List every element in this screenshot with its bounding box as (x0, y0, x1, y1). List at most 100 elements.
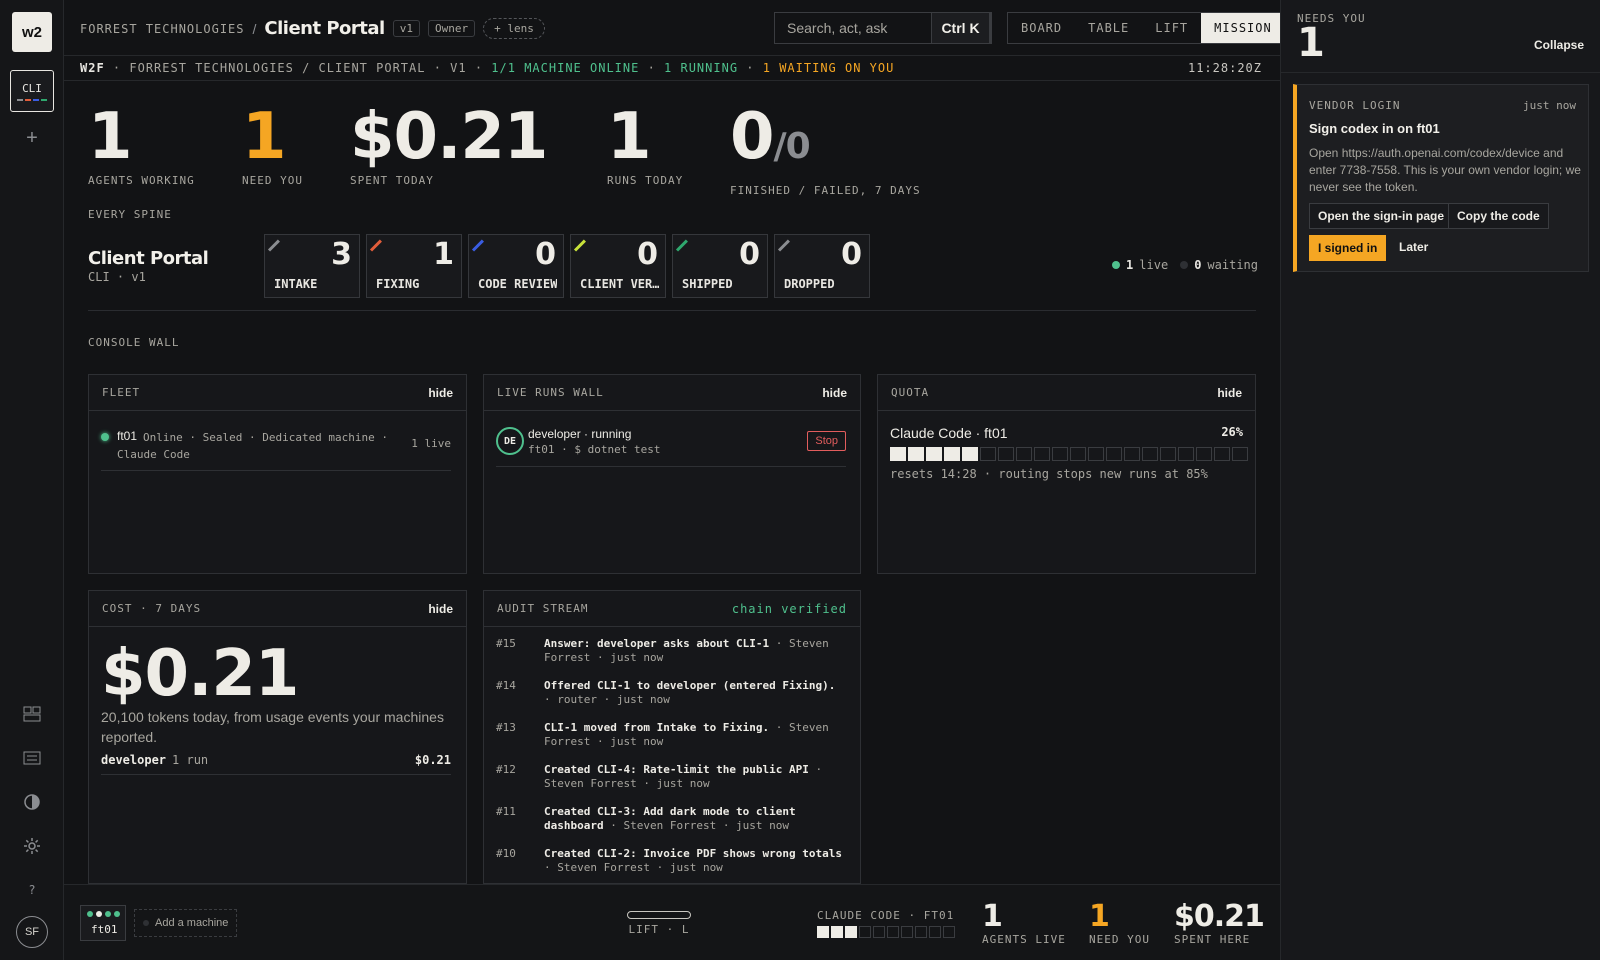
waiting-label: waiting (1207, 258, 1258, 272)
cost-total: $0.21 (101, 637, 299, 711)
stage-card[interactable]: 0 DROPPED (774, 234, 870, 298)
breadcrumb-org[interactable]: FORREST TECHNOLOGIES (80, 22, 245, 36)
bottom-need-you[interactable]: 1 NEED YOU (1089, 901, 1150, 947)
stat-spent-today: $0.21 SPENT TODAY (350, 104, 548, 187)
lift-label: LIFT · L (628, 923, 690, 936)
stage-count: 0 (535, 237, 556, 272)
hide-button[interactable]: hide (822, 386, 847, 400)
run-row[interactable]: DE developer · running ft01 · $ dotnet t… (496, 427, 846, 467)
section-divider (88, 310, 1256, 311)
stop-run-button[interactable]: Stop (807, 431, 846, 451)
quota-cell (1034, 447, 1050, 461)
audit-id: #14 (496, 679, 516, 692)
live-count: 1 (1126, 258, 1134, 272)
bottom-stat-value: 1 (982, 899, 1003, 934)
add-machine-label: Add a machine (155, 917, 229, 929)
audit-meta: · Steven Forrest · just now (544, 861, 723, 874)
quota-cell (1160, 447, 1176, 461)
add-workspace-icon[interactable]: + (20, 126, 44, 150)
view-tab-table[interactable]: TABLE (1075, 13, 1142, 43)
settings-gear-icon[interactable] (20, 834, 44, 858)
add-machine-button[interactable]: Add a machine (134, 909, 238, 937)
panel-title: FLEET (102, 386, 141, 399)
bottom-quota-cell (873, 926, 885, 938)
bottom-stat-value: $0.21 (1174, 899, 1265, 934)
quota-cell (1196, 447, 1212, 461)
status-waiting[interactable]: 1 WAITING ON YOU (763, 61, 895, 75)
stat-runs-today: 1 RUNS TODAY (607, 104, 683, 187)
vendor-login-card: VENDOR LOGIN just now Sign codex in on f… (1293, 84, 1589, 272)
bottom-quota-cell (929, 926, 941, 938)
audit-meta: · Steven Forrest · just now (603, 819, 790, 832)
command-search[interactable]: Search, act, ask Ctrl K (774, 12, 992, 44)
stat-need-you[interactable]: 1 NEED YOU (242, 104, 303, 187)
breadcrumb: FORREST TECHNOLOGIES / Client Portal v1 … (80, 18, 545, 39)
card-title: Sign codex in on ft01 (1309, 121, 1440, 136)
app-logo[interactable]: w2 (12, 12, 52, 52)
status-version: V1 (450, 61, 467, 75)
stage-card[interactable]: 0 CODE REVIEW (468, 234, 564, 298)
needs-you-panel: NEEDS YOU 1 Collapse VENDOR LOGIN just n… (1280, 0, 1600, 960)
copy-code-button[interactable]: Copy the code (1448, 203, 1549, 229)
stat-failed-value: /0 (773, 126, 811, 167)
workspace-cli-tile[interactable]: CLI (10, 70, 54, 112)
view-tab-mission[interactable]: MISSION (1201, 13, 1285, 43)
top-bar: FORREST TECHNOLOGIES / Client Portal v1 … (64, 0, 1286, 56)
audit-id: #11 (496, 805, 516, 818)
later-button[interactable]: Later (1399, 240, 1428, 254)
bottom-quota-cell (859, 926, 871, 938)
view-tab-board[interactable]: BOARD (1008, 13, 1075, 43)
machine-chip[interactable]: ft01 (80, 905, 126, 941)
status-strip: W2F · FORREST TECHNOLOGIES / CLIENT PORT… (64, 57, 1280, 81)
quota-cell (908, 447, 924, 461)
stage-color-tick (369, 239, 382, 252)
bottom-quota: CLAUDE CODE · FT01 (817, 909, 955, 938)
quota-note: resets 14:28 · routing stops new runs at… (890, 467, 1208, 481)
stage-count: 3 (331, 237, 352, 272)
contrast-icon[interactable] (20, 790, 44, 814)
spine-title[interactable]: Client Portal (88, 248, 209, 269)
bottom-quota-cell (845, 926, 857, 938)
card-kind: VENDOR LOGIN (1309, 99, 1401, 112)
spine-section-label: EVERY SPINE (88, 208, 172, 221)
cost-row-runs: 1 run (172, 753, 209, 767)
add-lens-button[interactable]: + lens (483, 18, 545, 39)
audit-id: #10 (496, 847, 516, 860)
role-badge: Owner (427, 20, 476, 37)
quota-percent: 26% (1221, 425, 1243, 439)
collapse-button[interactable]: Collapse (1534, 38, 1584, 52)
quota-cell (1214, 447, 1230, 461)
user-avatar[interactable]: SF (16, 916, 48, 948)
grid-layout-icon[interactable] (20, 702, 44, 726)
audit-text: CLI-1 moved from Intake to Fixing. (544, 721, 770, 734)
status-clock: 11:28:20Z (1187, 61, 1262, 75)
breadcrumb-separator: / (252, 20, 257, 37)
search-input[interactable]: Search, act, ask (775, 13, 931, 43)
stage-card[interactable]: 1 FIXING (366, 234, 462, 298)
quota-cell (980, 447, 996, 461)
fleet-machine-row[interactable]: Online · Sealed · Dedicated machine · Cl… (101, 427, 451, 471)
lift-toggle[interactable]: LIFT · L (627, 911, 691, 936)
run-command: ft01 · $ dotnet test (528, 443, 661, 456)
stage-card[interactable]: 0 SHIPPED (672, 234, 768, 298)
breadcrumb-project[interactable]: Client Portal (264, 18, 385, 39)
stage-card[interactable]: 0 CLIENT VER… (570, 234, 666, 298)
cost-panel: COST · 7 DAYS hide $0.21 20,100 tokens t… (88, 590, 467, 884)
help-icon[interactable]: ? (20, 878, 44, 902)
signed-in-button[interactable]: I signed in (1309, 235, 1387, 261)
hide-button[interactable]: hide (1217, 386, 1242, 400)
stat-value: 0 (730, 100, 775, 174)
hide-button[interactable]: hide (428, 602, 453, 616)
left-rail: w2 CLI + ? SF (0, 0, 64, 960)
stage-card[interactable]: 3 INTAKE (264, 234, 360, 298)
stage-name: SHIPPED (682, 277, 733, 291)
open-sign-in-button[interactable]: Open the sign-in page (1309, 203, 1454, 229)
search-shortcut: Ctrl K (931, 13, 991, 43)
keyboard-icon[interactable] (20, 746, 44, 770)
stage-name: INTAKE (274, 277, 318, 291)
hide-button[interactable]: hide (428, 386, 453, 400)
lift-handle-icon (627, 911, 691, 919)
audit-text: Answer: developer asks about CLI-1 (544, 637, 770, 650)
panel-divider (1281, 72, 1600, 73)
view-tab-lift[interactable]: LIFT (1142, 13, 1201, 43)
